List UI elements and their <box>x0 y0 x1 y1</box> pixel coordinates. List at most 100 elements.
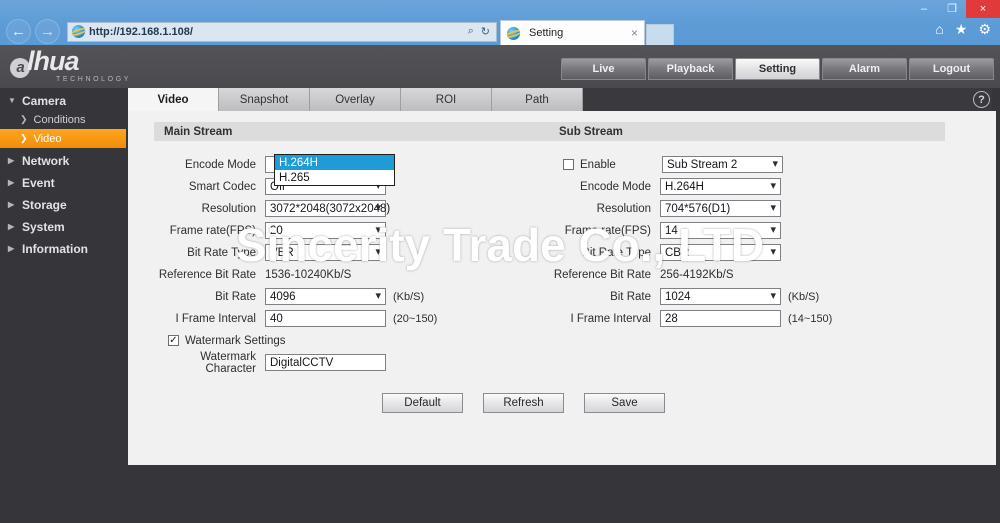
refresh-button[interactable]: Refresh <box>483 393 564 413</box>
sub-frame-rate-select[interactable]: 14 <box>660 222 781 239</box>
sidebar-item-event[interactable]: ▶ Event <box>0 173 128 192</box>
minimize-button[interactable]: – <box>910 0 938 18</box>
sidebar-item-system[interactable]: ▶ System <box>0 217 128 236</box>
frame-rate-select[interactable]: 20 <box>265 222 386 239</box>
tab-roi[interactable]: ROI <box>401 88 492 111</box>
sub-resolution-select[interactable]: 704*576(D1) <box>660 200 781 217</box>
field-label: Encode Mode <box>580 180 651 193</box>
default-button[interactable]: Default <box>382 393 463 413</box>
tools-gear-icon[interactable]: ⚙ <box>978 22 991 36</box>
sidebar-item-label: Camera <box>22 93 67 108</box>
sidebar-item-information[interactable]: ▶ Information <box>0 239 128 258</box>
dahua-logo: a lhua TECHNOLOGY <box>10 48 132 83</box>
i-frame-interval-input[interactable]: 40 <box>265 310 386 327</box>
sidebar-item-label: Event <box>22 175 55 190</box>
save-button[interactable]: Save <box>584 393 665 413</box>
field-bit-rate-type: Bit Rate Type VBR <box>154 242 550 263</box>
sidebar-item-camera[interactable]: ▼ Camera <box>0 91 128 110</box>
field-label: Bit Rate Type <box>187 246 256 259</box>
settings-panel: Main Stream Encode Mode Smart Codec Off … <box>128 111 996 465</box>
sub-stream-title: Sub Stream <box>549 122 945 141</box>
sub-bit-rate-type-select[interactable]: CBR <box>660 244 781 261</box>
field-label: Bit Rate <box>215 290 256 303</box>
field-sub-reference-bit-rate: Reference Bit Rate 256-4192Kb/S <box>549 264 945 285</box>
tab-strip: Setting × <box>500 20 674 45</box>
field-label: Reference Bit Rate <box>553 268 651 281</box>
field-label: Resolution <box>201 202 256 215</box>
action-buttons: Default Refresh Save <box>382 393 665 413</box>
field-label: I Frame Interval <box>175 312 256 325</box>
sidebar-item-label: Storage <box>22 197 67 212</box>
field-label: Resolution <box>596 202 651 215</box>
encode-mode-dropdown-list[interactable]: H.264H H.265 <box>274 154 395 186</box>
browser-tab-label: Setting <box>529 27 564 39</box>
field-label: Bit Rate Type <box>582 246 651 259</box>
search-icon[interactable]: ⌕ <box>468 25 474 38</box>
sub-bit-rate-unit: (Kb/S) <box>788 290 820 303</box>
field-label: Bit Rate <box>610 290 651 303</box>
sidebar-item-video[interactable]: ❯ Video <box>0 129 126 148</box>
field-sub-i-frame-interval: I Frame Interval 28 (14~150) <box>549 308 945 329</box>
sub-reference-bit-rate-value: 256-4192Kb/S <box>660 268 734 281</box>
sub-stream-enable-label: Enable <box>580 158 616 171</box>
chevron-right-icon: ▶ <box>8 222 15 231</box>
tab-path[interactable]: Path <box>492 88 583 111</box>
close-window-button[interactable]: × <box>966 0 1000 18</box>
content-tab-bar: Video Snapshot Overlay ROI Path <box>128 88 992 111</box>
nav-playback[interactable]: Playback <box>648 58 733 80</box>
field-label: Smart Codec <box>188 180 256 193</box>
bottom-strip <box>0 465 1000 523</box>
field-sub-encode-mode: Encode Mode H.264H <box>549 176 945 197</box>
logo-subtitle: TECHNOLOGY <box>56 76 132 83</box>
forward-arrow-icon[interactable]: → <box>35 19 60 44</box>
bit-rate-select[interactable]: 4096 <box>265 288 386 305</box>
new-tab-button[interactable] <box>646 24 674 45</box>
address-bar[interactable]: http://192.168.1.108/ ⌕ ↻ <box>67 21 497 42</box>
watermark-character-input[interactable]: DigitalCCTV <box>265 354 386 371</box>
sub-stream-select[interactable]: Sub Stream 2 <box>662 156 783 173</box>
sidebar-item-label: Information <box>22 241 88 256</box>
sub-encode-mode-select[interactable]: H.264H <box>660 178 781 195</box>
sub-bit-rate-select[interactable]: 1024 <box>660 288 781 305</box>
resolution-select[interactable]: 3072*2048(3072x2048) <box>265 200 390 217</box>
field-label: Watermark Character <box>200 350 256 375</box>
field-label: I Frame Interval <box>570 312 651 325</box>
sidebar-item-conditions[interactable]: ❯ Conditions <box>0 110 128 129</box>
field-bit-rate: Bit Rate 4096 (Kb/S) <box>154 286 550 307</box>
refresh-icon[interactable]: ↻ <box>481 25 490 38</box>
screenshot-root: – ❐ × ← → http://192.168.1.108/ ⌕ ↻ Sett… <box>0 0 1000 523</box>
browser-tab-setting[interactable]: Setting × <box>500 20 645 45</box>
sidebar-item-storage[interactable]: ▶ Storage <box>0 195 128 214</box>
tab-close-icon[interactable]: × <box>631 26 638 40</box>
help-icon[interactable]: ? <box>973 91 990 108</box>
favorites-star-icon[interactable]: ★ <box>955 22 968 36</box>
tab-overlay[interactable]: Overlay <box>310 88 401 111</box>
nav-logout[interactable]: Logout <box>909 58 994 80</box>
nav-live[interactable]: Live <box>561 58 646 80</box>
main-stream-form: Encode Mode Smart Codec Off Resolution 3… <box>154 154 550 375</box>
home-icon[interactable]: ⌂ <box>935 22 943 36</box>
tab-video[interactable]: Video <box>128 88 219 111</box>
bit-rate-type-select[interactable]: VBR <box>265 244 386 261</box>
field-label: Frame rate(FPS) <box>564 224 651 237</box>
dropdown-option-h265[interactable]: H.265 <box>275 170 394 185</box>
browser-chrome: – ❐ × ← → http://192.168.1.108/ ⌕ ↻ Sett… <box>0 0 1000 45</box>
back-arrow-icon[interactable]: ← <box>6 19 31 44</box>
top-navigation: Live Playback Setting Alarm Logout <box>561 58 994 80</box>
chevron-right-icon: ❯ <box>20 114 28 124</box>
watermark-settings-checkbox[interactable]: ✓ <box>168 335 179 346</box>
tab-snapshot[interactable]: Snapshot <box>219 88 310 111</box>
sub-stream-form: Enable Sub Stream 2 Encode Mode H.264H R… <box>549 154 945 329</box>
dropdown-option-h264h[interactable]: H.264H <box>275 155 394 170</box>
nav-setting[interactable]: Setting <box>735 58 820 80</box>
sub-i-frame-interval-input[interactable]: 28 <box>660 310 781 327</box>
sidebar-item-network[interactable]: ▶ Network <box>0 151 128 170</box>
maximize-button[interactable]: ❐ <box>938 0 966 18</box>
browser-toolbar-icons: ⌂ ★ ⚙ <box>935 22 991 36</box>
field-sub-frame-rate: Frame rate(FPS) 14 <box>549 220 945 241</box>
sub-stream-enable-checkbox[interactable] <box>563 159 574 170</box>
url-text: http://192.168.1.108/ <box>89 25 193 38</box>
field-label: Reference Bit Rate <box>158 268 256 281</box>
field-watermark-settings[interactable]: ✓ Watermark Settings <box>154 330 550 351</box>
nav-alarm[interactable]: Alarm <box>822 58 907 80</box>
